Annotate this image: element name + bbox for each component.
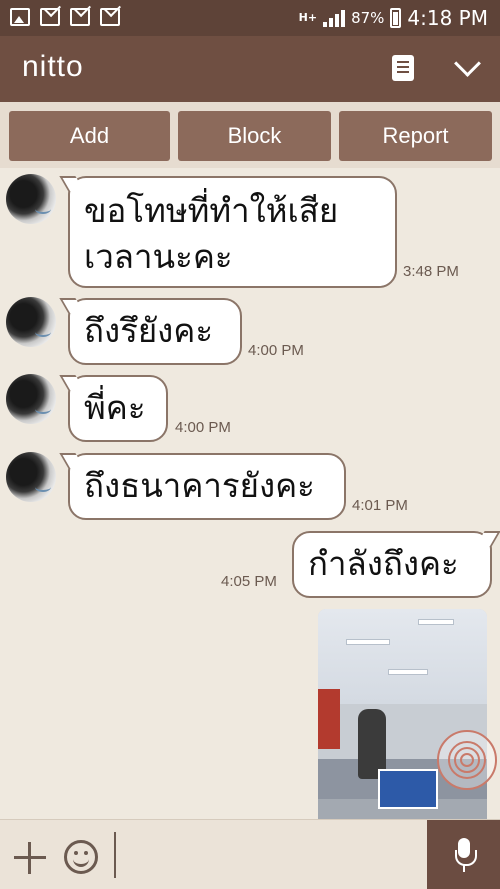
photo-light <box>418 619 454 625</box>
contact-name: nitto <box>22 50 84 83</box>
add-button[interactable]: Add <box>9 111 170 161</box>
message-time: 4:00 PM <box>248 342 304 359</box>
plus-icon[interactable] <box>14 842 46 874</box>
signal-icon <box>323 9 346 27</box>
contact-action-bar: Add Block Report <box>0 102 500 168</box>
message-bubble[interactable]: พี่คะ <box>68 375 168 442</box>
notification-icons <box>10 8 120 26</box>
message-time: 4:01 PM <box>352 497 408 514</box>
report-button[interactable]: Report <box>339 111 492 161</box>
network-type: H+ <box>298 11 318 24</box>
fingerprint-icon[interactable] <box>437 730 497 790</box>
message-bubble[interactable]: ถึงธนาคารยังคะ <box>68 453 346 520</box>
voice-button[interactable] <box>427 820 500 889</box>
message-bubble[interactable]: กำลังถึงคะ <box>292 531 492 598</box>
avatar[interactable] <box>6 174 56 224</box>
photo-red-panel <box>318 689 340 749</box>
photo-sign <box>378 769 438 809</box>
message-text-line: ถึงรึยังคะ <box>84 311 214 350</box>
missed-message-icon <box>100 8 120 26</box>
message-text-line: เวลานะคะ <box>84 237 233 276</box>
message-text-line: ขอโทษที่ทำให้เสีย <box>84 191 339 230</box>
avatar[interactable] <box>6 374 56 424</box>
message-time: 4:00 PM <box>175 419 231 436</box>
message-text-line: พี่คะ <box>84 388 146 427</box>
microphone-stem <box>463 864 465 872</box>
message-input[interactable] <box>114 832 414 878</box>
battery-percent: 87% <box>351 9 385 27</box>
chat-header: nitto <box>0 36 500 102</box>
gallery-icon <box>10 8 30 26</box>
status-bar: H+ 87% 4:18 PM <box>0 0 500 36</box>
note-icon[interactable] <box>392 55 414 81</box>
message-text-line: กำลังถึงคะ <box>308 544 459 583</box>
message-text-line: ถึงธนาคารยังคะ <box>84 466 315 505</box>
message-time: 4:05 PM <box>221 573 277 590</box>
photo-ceiling <box>318 609 487 704</box>
message-time: 3:48 PM <box>403 263 459 280</box>
missed-message-icon <box>40 8 60 26</box>
message-list[interactable]: ขอโทษที่ทำให้เสีย เวลานะคะ 3:48 PM ถึงรึ… <box>0 168 500 819</box>
chevron-down-icon[interactable] <box>454 54 478 78</box>
avatar[interactable] <box>6 452 56 502</box>
gmail-icon <box>70 8 90 26</box>
block-button[interactable]: Block <box>178 111 331 161</box>
message-bubble[interactable]: ถึงรึยังคะ <box>68 298 242 365</box>
battery-icon <box>390 8 402 28</box>
photo-light <box>346 639 390 645</box>
composer-bar <box>0 819 500 889</box>
message-bubble[interactable]: ขอโทษที่ทำให้เสีย เวลานะคะ <box>68 176 397 288</box>
clock: 4:18 PM <box>407 6 488 30</box>
photo-light <box>388 669 428 675</box>
emoji-icon[interactable] <box>64 840 98 874</box>
system-indicators: H+ 87% 4:18 PM <box>299 6 488 30</box>
avatar[interactable] <box>6 297 56 347</box>
